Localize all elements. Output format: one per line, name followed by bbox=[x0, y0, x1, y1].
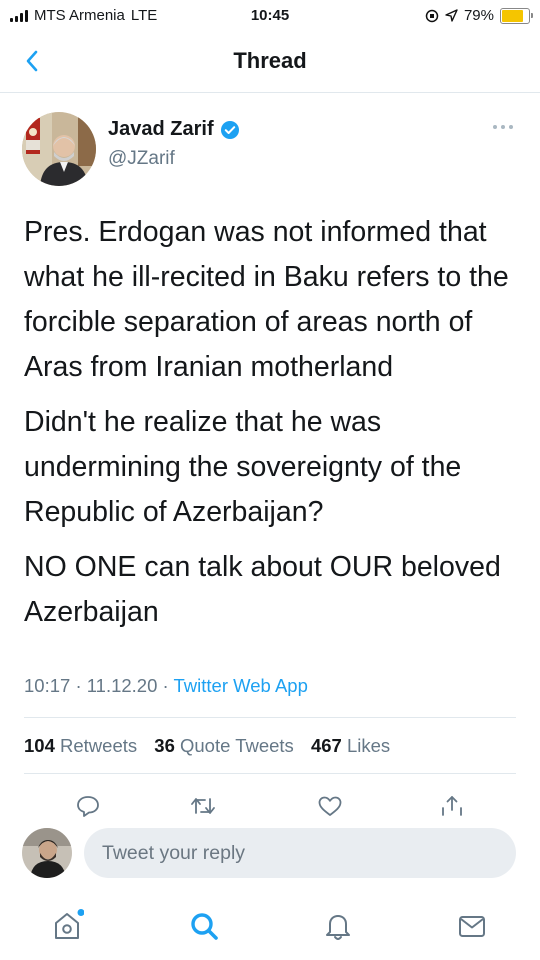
more-options-icon[interactable] bbox=[492, 122, 514, 132]
tweet-stats: 104 Retweets 36 Quote Tweets 467 Likes bbox=[24, 735, 390, 757]
reply-button[interactable] bbox=[68, 786, 108, 826]
notifications-icon bbox=[326, 915, 350, 940]
page-title: Thread bbox=[233, 48, 307, 73]
tweet-source-link[interactable]: Twitter Web App bbox=[174, 675, 308, 696]
user-avatar-image bbox=[22, 828, 72, 878]
author-handle[interactable]: @JZarif bbox=[108, 148, 175, 170]
status-right: 79% bbox=[425, 7, 533, 24]
orientation-lock-icon bbox=[425, 9, 439, 22]
divider bbox=[24, 717, 516, 718]
retweet-button[interactable] bbox=[183, 786, 223, 826]
retweets-label: Retweets bbox=[60, 735, 138, 756]
search-icon bbox=[191, 913, 218, 940]
meta-separator: · bbox=[75, 675, 82, 696]
author-avatar[interactable] bbox=[22, 112, 96, 186]
retweets-stat[interactable]: 104 Retweets bbox=[24, 735, 137, 756]
likes-count: 467 bbox=[310, 735, 342, 756]
author-avatar-image bbox=[22, 112, 96, 186]
share-icon bbox=[442, 796, 462, 816]
battery-fill bbox=[502, 9, 523, 22]
user-avatar[interactable] bbox=[22, 828, 72, 878]
retweet-icon bbox=[191, 798, 215, 814]
reply-input[interactable] bbox=[84, 828, 516, 878]
share-button[interactable] bbox=[432, 786, 472, 826]
status-bar: MTS Armenia LTE 10:45 79% bbox=[0, 0, 540, 34]
tweet-text: Pres. Erdogan was not informed that what… bbox=[24, 210, 524, 645]
nav-bar: Thread bbox=[0, 38, 540, 93]
tab-messages[interactable] bbox=[452, 906, 492, 946]
tab-search[interactable] bbox=[184, 906, 224, 946]
tweet-paragraph: Didn't he realize that he was underminin… bbox=[24, 406, 462, 528]
battery-percent: 79% bbox=[463, 7, 494, 24]
verified-badge-icon bbox=[220, 120, 239, 139]
author-name-row[interactable]: Javad Zarif bbox=[108, 118, 240, 141]
tweet-date: 11.12.20 bbox=[86, 675, 158, 696]
likes-stat[interactable]: 467 Likes bbox=[311, 735, 390, 756]
quotes-label: Quote Tweets bbox=[180, 735, 294, 756]
meta-separator: · bbox=[162, 675, 169, 696]
tab-bar bbox=[0, 900, 540, 960]
tweet-meta: 10:17 · 11.12.20 · Twitter Web App bbox=[24, 675, 308, 697]
reply-field-container[interactable] bbox=[84, 828, 516, 878]
messages-icon bbox=[459, 916, 485, 937]
author-name[interactable]: Javad Zarif bbox=[108, 118, 214, 141]
tweet-paragraph: NO ONE can talk about OUR beloved Azerba… bbox=[24, 551, 501, 628]
like-icon bbox=[318, 796, 342, 816]
divider bbox=[24, 773, 516, 774]
quotes-count: 36 bbox=[154, 735, 175, 756]
reply-icon bbox=[77, 796, 99, 817]
tweet-paragraph: Pres. Erdogan was not informed that what… bbox=[24, 216, 509, 383]
tweet-actions bbox=[0, 786, 540, 826]
likes-label: Likes bbox=[346, 735, 391, 756]
retweets-count: 104 bbox=[24, 735, 55, 756]
home-icon bbox=[55, 909, 84, 939]
tab-home[interactable] bbox=[47, 906, 87, 946]
battery-icon bbox=[500, 7, 533, 24]
like-button[interactable] bbox=[310, 786, 350, 826]
tweet-time: 10:17 bbox=[24, 675, 71, 696]
tab-notifications[interactable] bbox=[318, 906, 358, 946]
quotes-stat[interactable]: 36 Quote Tweets bbox=[154, 735, 294, 756]
location-arrow-icon bbox=[445, 9, 458, 22]
